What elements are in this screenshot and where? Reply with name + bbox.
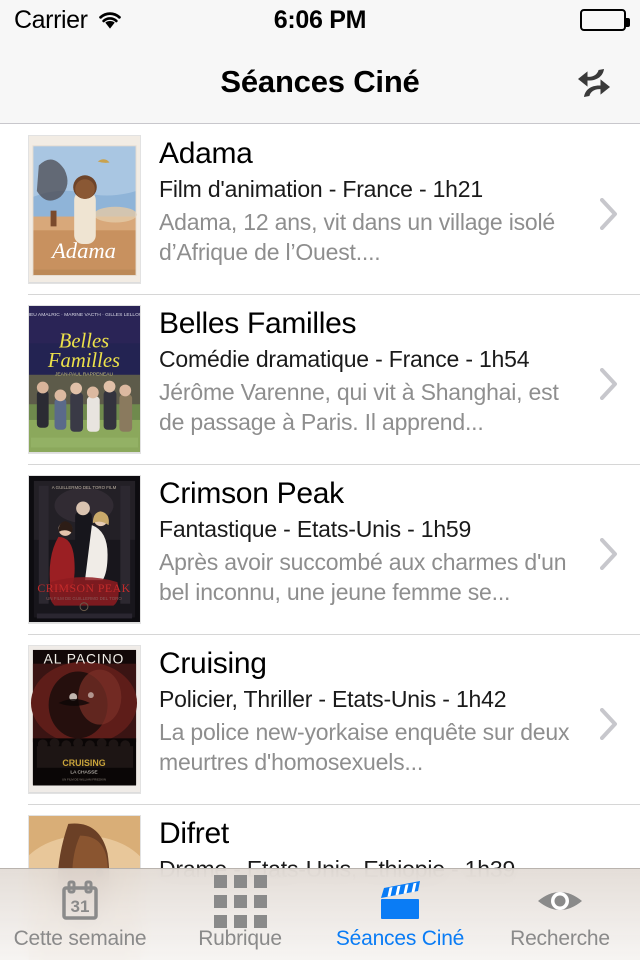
movie-title: Belles Familles xyxy=(159,307,357,340)
movie-info: Cruising Policier, Thriller - Etats-Unis… xyxy=(141,645,640,778)
movie-title: Cruising xyxy=(159,647,267,680)
status-bar: Carrier 6:06 PM xyxy=(0,0,640,40)
carrier-label: Carrier xyxy=(14,5,88,34)
svg-text:UN FILM DE GUILLERMO DEL TORO: UN FILM DE GUILLERMO DEL TORO xyxy=(46,596,122,601)
poster-crimson-peak: CRIMSON PEAK UN FILM DE GUILLERMO DEL TO… xyxy=(28,475,141,624)
movie-description: Adama, 12 ans, vit dans un village isolé… xyxy=(159,208,556,266)
svg-text:Familles: Familles xyxy=(47,350,120,372)
svg-text:LA CHASSE: LA CHASSE xyxy=(70,770,98,776)
movie-meta: Comédie dramatique - France - 1h54 xyxy=(159,345,530,372)
chevron-right-icon xyxy=(600,708,618,740)
sync-refresh-icon[interactable] xyxy=(562,50,626,114)
movie-meta: Policier, Thriller - Etats-Unis - 1h42 xyxy=(159,685,507,712)
navigation-bar: Séances Ciné xyxy=(0,40,640,124)
list-item[interactable]: Adama Adama Film d'animation - France - … xyxy=(0,124,640,294)
movie-title: Adama xyxy=(159,137,253,170)
movie-info: Adama Film d'animation - France - 1h21 A… xyxy=(141,135,640,268)
tab-bar: 31 Cette semaine Rubrique Séances Ciné R… xyxy=(0,868,640,960)
tab-seances-cine[interactable]: Séances Ciné xyxy=(320,869,480,960)
svg-text:31: 31 xyxy=(71,897,90,916)
list-item[interactable]: Belles Familles JEAN-PAUL RAPPENEAU MATH… xyxy=(0,294,640,464)
app-screen: Carrier 6:06 PM Séances Ciné Adama Adama… xyxy=(0,0,640,960)
svg-text:Adama: Adama xyxy=(50,238,116,263)
movie-title: Difret xyxy=(159,817,229,850)
movie-description: Jérôme Varenne, qui vit à Shanghai, est … xyxy=(159,378,559,436)
battery-full-icon xyxy=(580,9,630,31)
chevron-right-icon xyxy=(600,198,618,230)
list-item[interactable]: AL PACINO CRUISING LA CHASSE UN FILM DE … xyxy=(0,634,640,804)
tab-rubrique[interactable]: Rubrique xyxy=(160,869,320,960)
page-title: Séances Ciné xyxy=(220,63,420,99)
svg-text:A GUILLERMO DEL TORO FILM: A GUILLERMO DEL TORO FILM xyxy=(52,485,117,490)
tab-cette-semaine[interactable]: 31 Cette semaine xyxy=(0,869,160,960)
svg-text:MATHIEU AMALRIC · MARINE VACTH: MATHIEU AMALRIC · MARINE VACTH · GILLES … xyxy=(29,312,140,318)
tab-label: Séances Ciné xyxy=(335,927,465,950)
chevron-right-icon xyxy=(600,538,618,570)
movie-description: La police new-yorkaise enquête sur deux … xyxy=(159,718,570,776)
movie-info: Crimson Peak Fantastique - Etats-Unis - … xyxy=(141,475,640,608)
clock-label: 6:06 PM xyxy=(273,5,367,34)
movie-list[interactable]: Adama Adama Film d'animation - France - … xyxy=(0,124,640,960)
calendar-31-icon: 31 xyxy=(58,878,102,924)
movie-meta: Film d'animation - France - 1h21 xyxy=(159,175,483,202)
svg-text:CRIMSON PEAK: CRIMSON PEAK xyxy=(37,582,130,595)
grid-3x3-icon xyxy=(213,874,267,928)
wifi-icon xyxy=(97,10,123,30)
list-item[interactable]: CRIMSON PEAK UN FILM DE GUILLERMO DEL TO… xyxy=(0,464,640,634)
status-bar-left: Carrier xyxy=(14,6,123,35)
poster-belles-familles: Belles Familles JEAN-PAUL RAPPENEAU MATH… xyxy=(28,305,141,454)
tab-label: Cette semaine xyxy=(13,927,147,950)
movie-title: Crimson Peak xyxy=(159,477,344,510)
tab-recherche[interactable]: Recherche xyxy=(480,869,640,960)
poster-adama: Adama xyxy=(28,135,141,284)
movie-meta: Fantastique - Etats-Unis - 1h59 xyxy=(159,515,472,542)
chevron-right-icon xyxy=(600,368,618,400)
clapperboard-icon xyxy=(375,878,425,924)
svg-text:AL PACINO: AL PACINO xyxy=(44,652,125,667)
tab-label: Recherche xyxy=(510,927,610,950)
svg-text:JEAN-PAUL RAPPENEAU: JEAN-PAUL RAPPENEAU xyxy=(55,372,114,378)
tab-label: Rubrique xyxy=(198,927,282,950)
status-bar-right xyxy=(580,9,630,31)
svg-text:CRUISING: CRUISING xyxy=(62,758,105,768)
movie-info: Belles Familles Comédie dramatique - Fra… xyxy=(141,305,640,438)
poster-cruising: AL PACINO CRUISING LA CHASSE UN FILM DE … xyxy=(28,645,141,794)
eye-icon xyxy=(535,878,585,924)
grid-cells xyxy=(213,874,267,928)
movie-description: Après avoir succombé aux charmes d'un be… xyxy=(159,548,567,606)
svg-text:UN FILM DE WILLIAM FRIEDKIN: UN FILM DE WILLIAM FRIEDKIN xyxy=(62,778,106,782)
